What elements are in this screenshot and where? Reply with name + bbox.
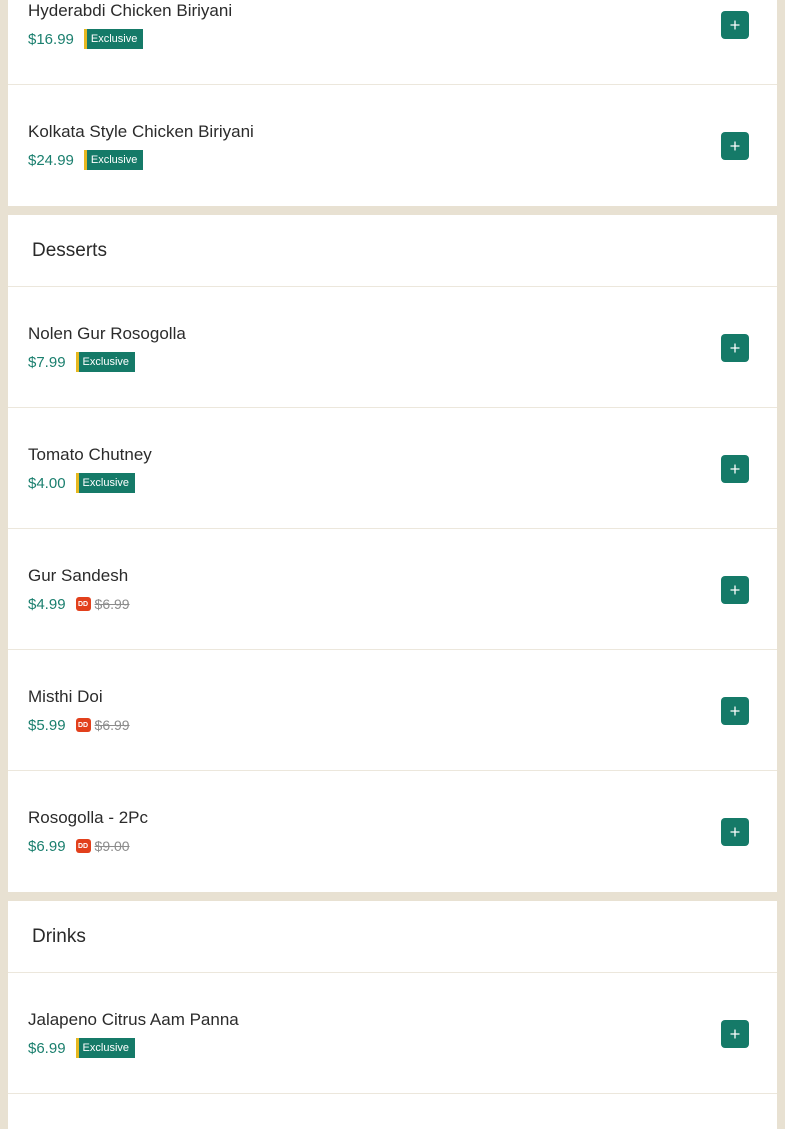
item-name: Hyderabdi Chicken Biriyani [28,1,233,20]
item-price: $4.99 [28,595,66,613]
plus-icon [730,827,740,837]
original-price: $6.99 [94,596,130,612]
item-name: Misthi Doi [28,687,103,706]
plus-icon [730,585,740,595]
add-button[interactable] [721,1020,749,1048]
price-row: $16.99 Exclusive [28,28,144,50]
item-price: $5.99 [28,716,66,734]
price-row: $4.99 DD $6.99 [28,593,130,615]
item-name: Kolkata Style Chicken Biriyani [28,122,254,141]
exclusive-badge: Exclusive [75,352,136,372]
plus-icon [730,1029,740,1039]
dd-deal-icon: DD [75,597,91,611]
plus-icon [730,141,740,151]
section-card-desserts: Desserts Nolen Gur Rosogolla $7.99 Exclu… [8,215,777,892]
item-name: Rosogolla - 2Pc [28,808,149,827]
menu-item-gur-sandesh[interactable]: Gur Sandesh $4.99 DD $6.99 [8,529,777,650]
add-button[interactable] [721,818,749,846]
price-row: $5.99 DD $6.99 [28,714,130,736]
item-name: Jalapeno Citrus Aam Panna [28,1010,239,1029]
dd-deal-icon: DD [75,718,91,732]
original-price: $6.99 [94,717,130,733]
item-name: Tomato Chutney [28,445,152,464]
menu-item-nolen-gur-rosogolla[interactable]: Nolen Gur Rosogolla $7.99 Exclusive [8,287,777,408]
original-price: $9.00 [94,838,130,854]
add-button[interactable] [721,11,749,39]
price-row: $6.99 Exclusive [28,1037,136,1059]
exclusive-badge: Exclusive [75,473,136,493]
exclusive-badge: Exclusive [83,29,144,49]
item-price: $4.00 [28,474,66,492]
add-button[interactable] [721,132,749,160]
menu-item-misthi-doi[interactable]: Misthi Doi $5.99 DD $6.99 [8,650,777,771]
price-row: $6.99 DD $9.00 [28,835,130,857]
section-card-drinks: Drinks Jalapeno Citrus Aam Panna $6.99 E… [8,901,777,1129]
add-button[interactable] [721,697,749,725]
add-button[interactable] [721,455,749,483]
item-price: $16.99 [28,30,74,48]
add-button[interactable] [721,334,749,362]
add-button[interactable] [721,576,749,604]
menu-item-tomato-chutney[interactable]: Tomato Chutney $4.00 Exclusive [8,408,777,529]
item-price: $7.99 [28,353,66,371]
item-name: Gur Sandesh [28,566,129,585]
menu-item-rosogolla-2pc[interactable]: Rosogolla - 2Pc $6.99 DD $9.00 [8,771,777,892]
plus-icon [730,464,740,474]
dd-deal-icon: DD [75,839,91,853]
section-title: Drinks [8,901,777,973]
menu-item-jalapeno-aam-panna[interactable]: Jalapeno Citrus Aam Panna $6.99 Exclusiv… [8,973,777,1094]
section-card-previous: Hyderabdi Chicken Biriyani $16.99 Exclus… [8,0,777,206]
price-row: $7.99 Exclusive [28,351,136,373]
item-price: $6.99 [28,837,66,855]
plus-icon [730,20,740,30]
price-row: $24.99 Exclusive [28,149,144,171]
item-name: Nolen Gur Rosogolla [28,324,186,343]
item-price: $24.99 [28,151,74,169]
plus-icon [730,343,740,353]
menu-page: Hyderabdi Chicken Biriyani $16.99 Exclus… [0,0,785,1129]
menu-item-kolkata-biriyani[interactable]: Kolkata Style Chicken Biriyani $24.99 Ex… [8,85,777,206]
exclusive-badge: Exclusive [83,150,144,170]
plus-icon [730,706,740,716]
exclusive-badge: Exclusive [75,1038,136,1058]
menu-item-hyderabadi-biriyani[interactable]: Hyderabdi Chicken Biriyani $16.99 Exclus… [8,0,777,85]
section-title: Desserts [8,215,777,287]
price-row: $4.00 Exclusive [28,472,136,494]
item-price: $6.99 [28,1039,66,1057]
